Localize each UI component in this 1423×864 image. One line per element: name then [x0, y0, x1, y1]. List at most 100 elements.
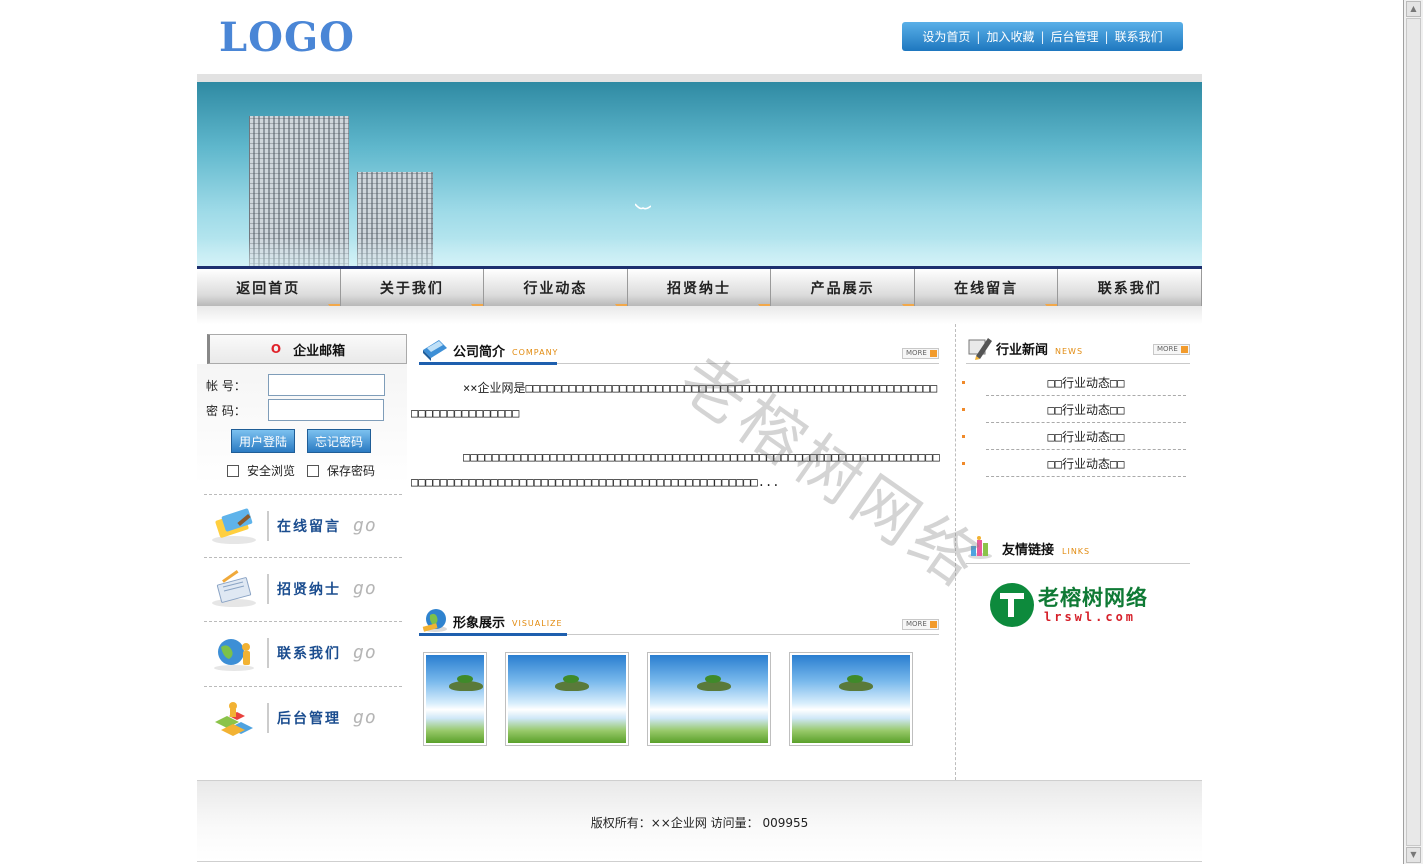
links-title: 友情链接 — [1002, 543, 1055, 558]
floating-island — [555, 675, 590, 691]
partner-url: lrswl.com — [1044, 610, 1137, 624]
gallery-image[interactable] — [423, 652, 487, 746]
more-label: MORE — [906, 620, 927, 628]
bullet-icon — [962, 435, 965, 438]
company-more-button[interactable]: MORE — [902, 348, 939, 359]
more-arrow-icon — [930, 350, 937, 357]
divider — [267, 573, 269, 604]
divider — [267, 510, 269, 541]
more-arrow-icon — [1181, 346, 1188, 353]
save-password-label: 保存密码 — [327, 464, 376, 478]
gallery-section-header: 形象展示 VISUALIZE MORE — [419, 605, 939, 636]
admin-blocks-icon — [215, 701, 253, 736]
nav-products[interactable]: 产品展示 — [771, 269, 915, 320]
forgot-password-button[interactable]: 忘记密码 — [307, 429, 371, 453]
nav-shadow — [197, 306, 1202, 324]
save-password-checkbox[interactable] — [307, 464, 320, 477]
nav-about[interactable]: 关于我们 — [340, 269, 485, 320]
bar-chart-icon — [968, 536, 992, 559]
quicklink-label: 后台管理 — [277, 710, 341, 727]
gallery-picture — [650, 655, 768, 743]
company-subtitle: COMPANY — [512, 348, 559, 357]
scroll-thumb[interactable] — [1406, 18, 1421, 846]
topnav-set-homepage[interactable]: 设为首页 — [916, 28, 976, 45]
password-row: 密 码： — [206, 399, 384, 421]
left-sidebar: O 企业邮箱 帐 号： 密 码： 用户登陆 忘记密码 安全浏览 保存密码 在线留… — [197, 324, 407, 780]
banner-image — [197, 82, 1202, 268]
more-label: MORE — [1157, 345, 1178, 353]
quicklink-admin[interactable]: 后台管理 go — [204, 686, 402, 748]
nav-guestbook[interactable]: 在线留言 — [914, 269, 1059, 320]
topnav-admin[interactable]: 后台管理 — [1045, 28, 1105, 45]
header-accent-line — [419, 362, 557, 365]
nav-label: 关于我们 — [379, 280, 444, 297]
scroll-down-icon[interactable]: ▼ — [1406, 847, 1421, 863]
page: LOGO 设为首页 | 加入收藏 | 后台管理 | 联系我们 返回首页 关于我们… — [197, 0, 1203, 864]
go-icon: go — [353, 642, 377, 663]
topnav-add-favorite[interactable]: 加入收藏 — [980, 28, 1040, 45]
login-button[interactable]: 用户登陆 — [231, 429, 295, 453]
company-section-header: 公司简介 COMPANY MORE — [419, 334, 939, 365]
nav-industry-news[interactable]: 行业动态 — [484, 269, 628, 320]
gallery-thumbnails — [423, 652, 923, 746]
gallery-image[interactable] — [505, 652, 629, 746]
globe-contact-icon — [214, 638, 254, 671]
main-nav: 返回首页 关于我们 行业动态 招贤纳士 产品展示 在线留言 联系我们 — [197, 266, 1203, 320]
account-row: 帐 号： — [206, 374, 385, 396]
quicklink-recruitment[interactable]: 招贤纳士 go — [204, 557, 402, 619]
scroll-up-icon[interactable]: ▲ — [1406, 1, 1421, 17]
news-list: □□行业动态□□ □□行业动态□□ □□行业动态□□ □□行业动态□□ — [962, 369, 1188, 477]
quicklink-label: 招贤纳士 — [277, 581, 341, 598]
news-item[interactable]: □□行业动态□□ — [962, 396, 1188, 423]
news-item[interactable]: □□行业动态□□ — [962, 423, 1188, 450]
quicklink-guestbook[interactable]: 在线留言 go — [204, 494, 402, 556]
recruit-notepad-icon — [212, 569, 256, 607]
mailbox-header: O 企业邮箱 — [207, 334, 407, 364]
safe-browse-label: 安全浏览 — [247, 464, 296, 478]
topnav-contact[interactable]: 联系我们 — [1109, 28, 1169, 45]
news-item-text: □□行业动态□□ — [1047, 376, 1125, 390]
news-item[interactable]: □□行业动态□□ — [962, 369, 1188, 396]
go-icon: go — [353, 707, 377, 728]
password-label: 密 码： — [206, 403, 246, 418]
quicklink-contact[interactable]: 联系我们 go — [204, 621, 402, 683]
safe-browse-checkbox[interactable] — [227, 464, 239, 477]
partner-logo-icon — [990, 583, 1034, 627]
news-section-header: 行业新闻 NEWS MORE — [966, 330, 1190, 364]
main-content: 公司简介 COMPANY MORE ××企业网是□□□□□□□□□□□□□□□□… — [407, 324, 952, 780]
password-input[interactable] — [268, 399, 384, 421]
company-intro: ××企业网是□□□□□□□□□□□□□□□□□□□□□□□□□□□□□□□□□□… — [411, 376, 943, 495]
gallery-image[interactable] — [789, 652, 913, 746]
nav-recruitment[interactable]: 招贤纳士 — [627, 269, 772, 320]
account-input[interactable] — [268, 374, 385, 396]
right-sidebar: 行业新闻 NEWS MORE □□行业动态□□ □□行业动态□□ □□行业动态□… — [962, 324, 1202, 780]
bullet-icon — [962, 381, 965, 384]
bullet-icon — [962, 462, 965, 465]
more-arrow-icon — [930, 621, 937, 628]
nav-contact[interactable]: 联系我们 — [1058, 269, 1203, 306]
nav-label: 产品展示 — [810, 280, 875, 297]
news-more-button[interactable]: MORE — [1153, 344, 1190, 355]
news-item-text: □□行业动态□□ — [1047, 457, 1125, 471]
go-icon: go — [353, 578, 377, 599]
nav-home[interactable]: 返回首页 — [197, 269, 341, 320]
bird-icon — [635, 203, 651, 210]
mailbox-bullet-icon: O — [270, 342, 282, 356]
intro-paragraph-1: ××企业网是□□□□□□□□□□□□□□□□□□□□□□□□□□□□□□□□□□… — [411, 381, 938, 420]
pen-icon — [968, 338, 992, 360]
intro-paragraph-2: □□□□□□□□□□□□□□□□□□□□□□□□□□□□□□□□□□□□□□□□… — [411, 450, 940, 489]
vertical-scrollbar[interactable]: ▲ ▼ — [1403, 0, 1423, 864]
gallery-image[interactable] — [647, 652, 771, 746]
gallery-picture — [426, 655, 484, 743]
news-item[interactable]: □□行业动态□□ — [962, 450, 1188, 477]
gallery-more-button[interactable]: MORE — [902, 619, 939, 630]
partner-link[interactable]: 老榕树网络 lrswl.com — [990, 580, 1160, 630]
site-logo[interactable]: LOGO — [219, 14, 355, 61]
news-subtitle: NEWS — [1055, 347, 1084, 356]
nav-label: 招贤纳士 — [667, 280, 732, 297]
floating-island — [697, 675, 732, 691]
floating-island — [449, 675, 484, 691]
copyright-text: 版权所有：××企业网 访问量： 009955 — [590, 816, 809, 830]
floating-island — [839, 675, 874, 691]
quicklink-label: 联系我们 — [277, 645, 341, 662]
